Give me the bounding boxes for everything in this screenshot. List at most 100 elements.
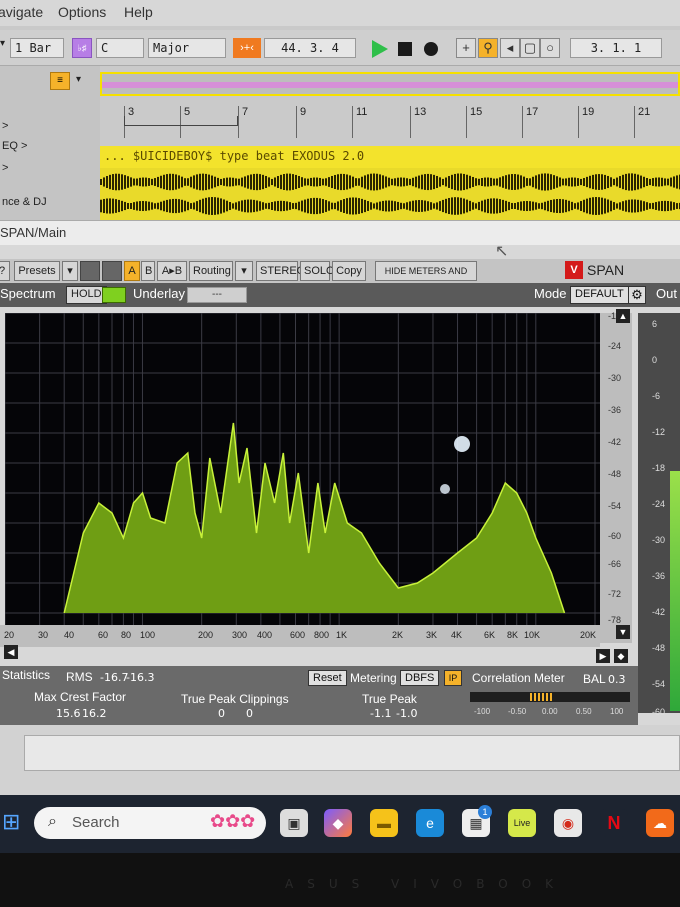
waveform-sample bbox=[241, 200, 243, 212]
a-to-b-button[interactable]: A▸B bbox=[157, 261, 187, 281]
waveform-sample bbox=[436, 202, 438, 210]
scroll-right-icon[interactable]: ▶ bbox=[596, 649, 610, 663]
waveform-sample bbox=[280, 200, 282, 212]
hold-button[interactable]: HOLD bbox=[66, 286, 107, 304]
prev-preset-button[interactable] bbox=[80, 261, 100, 281]
follow-icon[interactable]: ›+‹ bbox=[233, 38, 261, 58]
waveform-sample bbox=[349, 197, 351, 215]
stereo-button[interactable]: STEREO bbox=[256, 261, 305, 281]
menu-navigate[interactable]: avigate bbox=[0, 4, 43, 20]
waveform-sample bbox=[424, 174, 426, 190]
presets-button[interactable]: Presets bbox=[14, 261, 60, 281]
b-button[interactable]: B bbox=[141, 261, 155, 281]
position-field[interactable]: 44. 3. 4 bbox=[264, 38, 356, 58]
edge-icon[interactable]: e bbox=[416, 809, 444, 837]
tulips-icon: ✿✿✿ bbox=[210, 811, 256, 831]
routing-button[interactable]: Routing bbox=[189, 261, 233, 281]
presets-dropdown-icon[interactable]: ▾ bbox=[62, 261, 78, 281]
panel-item[interactable]: > bbox=[2, 120, 8, 132]
next-preset-button[interactable] bbox=[102, 261, 122, 281]
link-icon[interactable]: ⚲ bbox=[478, 38, 498, 58]
scroll-up-icon[interactable]: ▲ bbox=[616, 309, 630, 323]
loop-start-field[interactable]: 3. 1. 1 bbox=[570, 38, 662, 58]
clip-header[interactable]: ... $UICIDEBOY$ type beat EXODUS 2.0 bbox=[100, 146, 680, 168]
menu-icon[interactable]: ≡ bbox=[50, 72, 70, 90]
output-level-bar bbox=[670, 471, 680, 711]
waveform-sample bbox=[160, 201, 162, 211]
search-box[interactable]: ⌕ Search ✿✿✿ bbox=[34, 807, 266, 839]
waveform-sample bbox=[421, 200, 423, 212]
spectrum-plot[interactable] bbox=[5, 313, 600, 625]
copy-button[interactable]: Copy bbox=[332, 261, 366, 281]
waveform-sample bbox=[529, 178, 531, 186]
panel-item-dj[interactable]: nce & DJ bbox=[2, 196, 47, 208]
waveform-sample bbox=[322, 178, 324, 186]
play-icon[interactable] bbox=[372, 40, 388, 58]
out-tick: -54 bbox=[652, 679, 666, 689]
waveform-sample bbox=[409, 178, 411, 186]
loop-icon[interactable]: ▢ bbox=[520, 38, 540, 58]
scale-select[interactable]: Major bbox=[148, 38, 226, 58]
back-icon[interactable]: ◂ bbox=[500, 38, 520, 58]
waveform-sample bbox=[616, 177, 618, 187]
hide-meters-button[interactable]: HIDE METERS AND STATS bbox=[375, 261, 477, 294]
spectrum-label: Spectrum bbox=[0, 286, 56, 301]
panel-item[interactable]: > bbox=[2, 162, 8, 174]
search-icon: ⌕ bbox=[48, 813, 57, 830]
zoom-icon[interactable]: ◆ bbox=[614, 649, 628, 663]
stop-icon[interactable] bbox=[398, 42, 412, 56]
waveform-sample bbox=[208, 174, 210, 190]
windows-taskbar: ⊞ ⌕ Search ✿✿✿ ▣ ◆ ▬ e ▦ 1 Live ◉ N ☁ bbox=[0, 795, 680, 853]
waveform-sample bbox=[343, 173, 345, 191]
circle-icon[interactable]: ○ bbox=[540, 38, 560, 58]
key-select[interactable]: C bbox=[96, 38, 144, 58]
menu-options[interactable]: Options bbox=[58, 4, 106, 20]
chrome-icon[interactable]: ◉ bbox=[554, 809, 582, 837]
waveform-sample bbox=[490, 198, 492, 214]
waveform-sample bbox=[178, 175, 180, 189]
waveform-sample bbox=[673, 202, 675, 210]
copilot-icon[interactable]: ◆ bbox=[324, 809, 352, 837]
record-icon[interactable] bbox=[424, 42, 438, 56]
waveform-sample bbox=[526, 200, 528, 212]
dropdown-arrow-icon[interactable]: ▾ bbox=[76, 74, 81, 85]
color-swatch-button[interactable] bbox=[102, 287, 126, 303]
waveform-sample bbox=[499, 199, 501, 213]
waveform-sample bbox=[385, 176, 387, 188]
loop-bar[interactable] bbox=[100, 72, 680, 96]
underlay-select[interactable]: --- bbox=[187, 287, 247, 303]
waveform-sample bbox=[244, 199, 246, 213]
mode-select[interactable]: DEFAULT bbox=[570, 286, 629, 304]
scroll-left-icon[interactable]: ◀ bbox=[4, 645, 18, 659]
frequency-axis: 20 30 40 60 80 100 200 300 400 600 800 1… bbox=[0, 625, 600, 647]
ableton-live-icon[interactable]: Live bbox=[508, 809, 536, 837]
waveform-sample bbox=[331, 202, 333, 210]
waveform-sample bbox=[502, 199, 504, 213]
ip-button[interactable]: IP bbox=[444, 670, 462, 686]
menu-help[interactable]: Help bbox=[124, 4, 153, 20]
soundcloud-icon[interactable]: ☁ bbox=[646, 809, 674, 837]
file-explorer-icon[interactable]: ▬ bbox=[370, 809, 398, 837]
waveform-sample bbox=[325, 178, 327, 186]
control-bar: ▾ 1 Bar ♭♯ C Major ›+‹ 44. 3. 4 + ⚲ ◂ ▢ … bbox=[0, 30, 680, 66]
solo-button[interactable]: SOLO bbox=[300, 261, 335, 281]
routing-dropdown-icon[interactable]: ▾ bbox=[235, 261, 253, 281]
add-icon[interactable]: + bbox=[456, 38, 476, 58]
waveform-sample bbox=[661, 177, 663, 187]
waveform-sample bbox=[232, 177, 234, 187]
waveform-sample bbox=[487, 177, 489, 187]
reset-button[interactable]: Reset bbox=[308, 670, 347, 686]
metering-select[interactable]: DBFS bbox=[400, 670, 440, 686]
scroll-down-icon[interactable]: ▼ bbox=[616, 625, 630, 639]
gear-icon[interactable]: ⚙ bbox=[628, 286, 646, 304]
task-view-icon[interactable]: ▣ bbox=[280, 809, 308, 837]
netflix-icon[interactable]: N bbox=[600, 809, 628, 837]
clip-waveform[interactable] bbox=[100, 168, 680, 220]
loop-brace[interactable] bbox=[124, 116, 238, 126]
scale-mode-icon[interactable]: ♭♯ bbox=[72, 38, 92, 58]
help-button[interactable]: ? bbox=[0, 261, 10, 281]
a-button[interactable]: A bbox=[124, 261, 140, 281]
quantize-select[interactable]: 1 Bar bbox=[10, 38, 64, 58]
panel-item-eq[interactable]: EQ > bbox=[2, 140, 27, 152]
windows-start-icon[interactable]: ⊞ bbox=[2, 809, 20, 835]
